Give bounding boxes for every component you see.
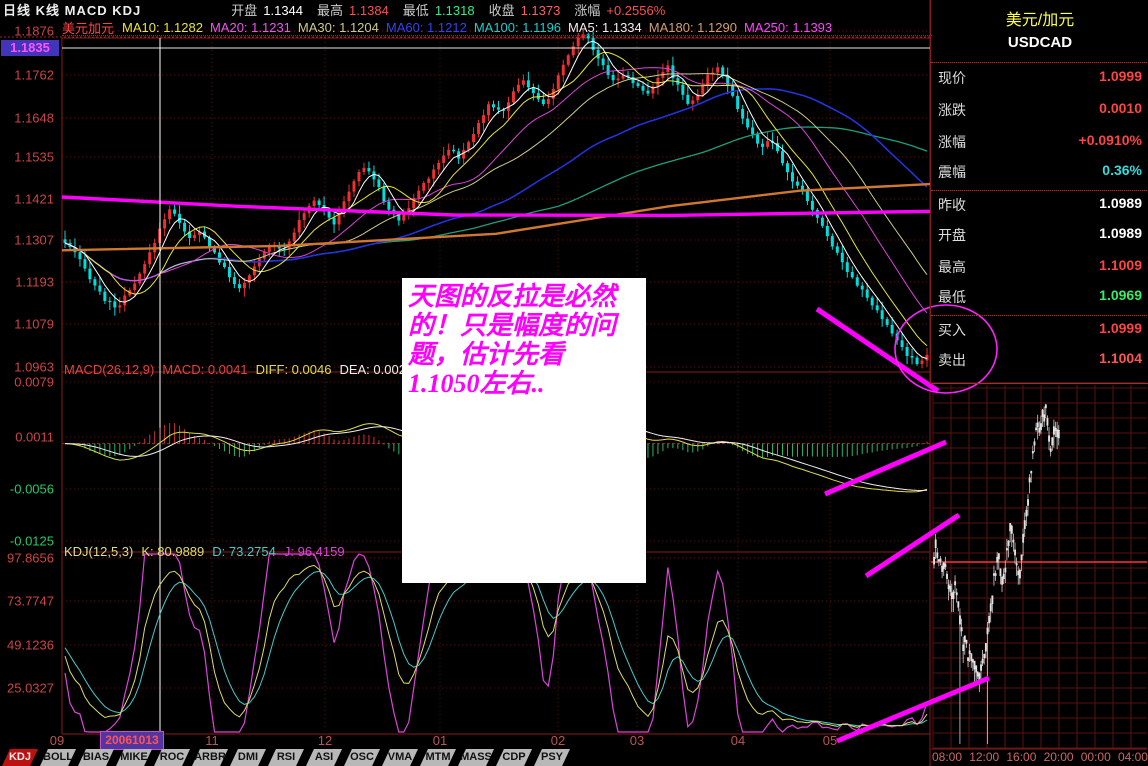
- ohlc-summary: 开盘 1.1344 最高 1.1384 最低 1.1318 收盘 1.1373 涨幅 +0.255…: [231, 0, 665, 19]
- time-axis-label: 11: [205, 733, 219, 748]
- quote-row: 涨幅 +0.0910%: [938, 132, 1142, 150]
- macd-legend-item: MACD: 0.0041: [162, 362, 248, 377]
- time-axis-label: 02: [550, 733, 566, 748]
- tab-vma[interactable]: VMA: [382, 749, 418, 766]
- time-axis-label: 12: [317, 733, 333, 748]
- price-axis-label: 1.1648: [14, 110, 54, 126]
- tab-cdp[interactable]: CDP: [496, 749, 532, 766]
- ma-legend-item: MA100: 1.1196: [473, 19, 562, 35]
- ohlc-field: 最高 1.1384: [317, 2, 389, 18]
- tab-mike[interactable]: MIKE: [116, 749, 152, 766]
- time-axis-label: 04: [730, 733, 746, 748]
- kdj-legend-item: K: 80.9889: [141, 544, 205, 559]
- tab-arbr[interactable]: ARBR: [192, 749, 228, 766]
- kdj-legend-item: J: 96.4159: [283, 544, 345, 559]
- price-axis-label: 1.1193: [15, 274, 54, 290]
- tab-mass[interactable]: MASS: [458, 749, 494, 766]
- quote-row: 昨收 1.0989: [938, 195, 1142, 213]
- price-axis-label: 1.1762: [14, 67, 54, 83]
- indicator-tab-bar: KDJ BOLL BIAS MIKE ROC ARBR DMI RSI ASI OSC VMA MTM…: [2, 749, 592, 766]
- mini-time-label: 16:00: [1006, 750, 1037, 764]
- time-axis-label: 03: [629, 733, 645, 748]
- ma-legend-item: MA5: 1.1334: [568, 19, 642, 35]
- macd-legend-bar: MACD(26,12,9) MACD: 0.0041 DIFF: 0.0046 DEA…: [64, 362, 421, 377]
- tab-psy[interactable]: PSY: [534, 749, 570, 766]
- ma-legend-item: MA30: 1.1204: [297, 19, 379, 35]
- ohlc-field: 涨幅 +0.2556%: [574, 2, 666, 18]
- macd-legend-item: DIFF: 0.0046: [255, 362, 332, 377]
- quote-row: 最低 1.0969: [938, 287, 1142, 305]
- quote-title: 美元/加元: [1005, 12, 1075, 29]
- price-axis-label: 1.1876: [14, 23, 54, 39]
- top-bar: 日线 K线 MACD KDJ 开盘 1.1344 最高 1.1384 最低 1.1318 收…: [0, 0, 931, 18]
- price-axis-highlight: 1.1835: [1, 40, 59, 56]
- ohlc-field: 开盘 1.1344: [231, 2, 304, 18]
- tab-kdj[interactable]: KDJ: [2, 749, 38, 766]
- time-axis-label: 09: [49, 733, 65, 748]
- kdj-legend-bar: KDJ(12,5,3) K: 80.9889 D: 73.2754 J: 96.415…: [64, 544, 353, 559]
- tab-asi[interactable]: ASI: [306, 749, 342, 766]
- kdj-axis-label: 97.8656: [7, 550, 54, 566]
- ma-legend-item: MA180: 1.1290: [648, 19, 737, 35]
- quote-code: USDCAD: [1007, 34, 1073, 51]
- mini-chart-time-axis: 08:00 12:00 16:00 20:00 00:00 04:00: [932, 750, 1148, 764]
- date-axis-highlight: 20061013: [100, 731, 164, 750]
- symbol-label: 美元加元: [62, 20, 115, 36]
- kdj-axis-label: 73.7747: [7, 593, 54, 609]
- price-axis-label: 1.1535: [14, 149, 54, 165]
- quote-row: 涨跌 0.0010: [938, 100, 1142, 118]
- quote-row: 现价 1.0999: [938, 68, 1142, 86]
- quote-row: 最高 1.1009: [938, 257, 1142, 275]
- price-axis-label: 1.1079: [14, 316, 54, 332]
- quote-row: 震幅 0.36%: [938, 162, 1142, 180]
- mini-time-label: 04:00: [1117, 750, 1148, 764]
- kdj-param: KDJ(12,5,3): [64, 544, 134, 559]
- ohlc-field: 最低 1.1318: [402, 2, 475, 18]
- annotation-box: 天图的反拉是必然 的！只是幅度的问 题，估计先看 1.1050左右..: [402, 278, 646, 583]
- tab-osc[interactable]: OSC: [344, 749, 380, 766]
- kdj-axis-label: 49.1236: [7, 637, 54, 653]
- macd-param: MACD(26,12,9): [64, 362, 155, 377]
- macd-axis-label: 0.0011: [15, 429, 54, 445]
- tab-mtm[interactable]: MTM: [420, 749, 456, 766]
- kdj-axis-label: 25.0327: [7, 680, 54, 696]
- mini-time-label: 12:00: [969, 750, 1000, 764]
- time-axis-label: 01: [432, 733, 448, 748]
- ma-legend-bar: 美元加元 MA10: 1.1282 MA20: 1.1231 MA30: 1.120…: [62, 19, 932, 36]
- quote-divider: [931, 190, 1148, 191]
- macd-axis-label: 0.0079: [14, 374, 54, 390]
- ohlc-field: 收盘 1.1373: [488, 2, 561, 18]
- ma-legend-item: MA60: 1.1212: [385, 19, 467, 35]
- mini-time-label: 00:00: [1080, 750, 1111, 764]
- quote-row: 卖出 1.1004: [938, 350, 1142, 368]
- macd-axis-label: -0.0125: [9, 533, 54, 549]
- quote-divider: [931, 315, 1148, 316]
- price-axis: 1.1876 1.1762 1.1648 1.1535 1.1421 1.1307 1.11…: [0, 0, 58, 740]
- price-axis-label: 1.0963: [14, 359, 54, 375]
- ma-legend-item: MA20: 1.1231: [209, 19, 291, 35]
- tab-boll[interactable]: BOLL: [40, 749, 76, 766]
- tab-rsi[interactable]: RSI: [268, 749, 304, 766]
- mini-time-label: 08:00: [932, 750, 963, 764]
- quote-divider: [931, 62, 1148, 63]
- tab-roc[interactable]: ROC: [154, 749, 190, 766]
- quote-row: 买入 1.0999: [938, 320, 1142, 338]
- quote-panel: 美元/加元 USDCAD 现价 1.0999 涨跌 0.0010 涨幅 +0.0910% 震…: [930, 0, 1148, 384]
- price-axis-label: 1.1307: [14, 232, 54, 248]
- quote-row: 开盘 1.0989: [938, 225, 1142, 243]
- ma-legend-item: MA10: 1.1282: [122, 19, 203, 35]
- kdj-legend-item: D: 73.2754: [212, 544, 276, 559]
- tab-dmi[interactable]: DMI: [230, 749, 266, 766]
- mini-time-label: 20:00: [1043, 750, 1074, 764]
- annotation-text: 天图的反拉是必然 的！只是幅度的问 题，估计先看 1.1050左右..: [408, 282, 617, 399]
- tab-bias[interactable]: BIAS: [78, 749, 114, 766]
- trading-terminal: 日线 K线 MACD KDJ 开盘 1.1344 最高 1.1384 最低 1.1318 收…: [0, 0, 1148, 766]
- price-axis-label: 1.1421: [14, 191, 54, 207]
- time-axis-label: 05: [822, 733, 838, 748]
- macd-axis-label: -0.0056: [9, 481, 54, 497]
- ma-legend-item: MA250: 1.1393: [743, 19, 833, 35]
